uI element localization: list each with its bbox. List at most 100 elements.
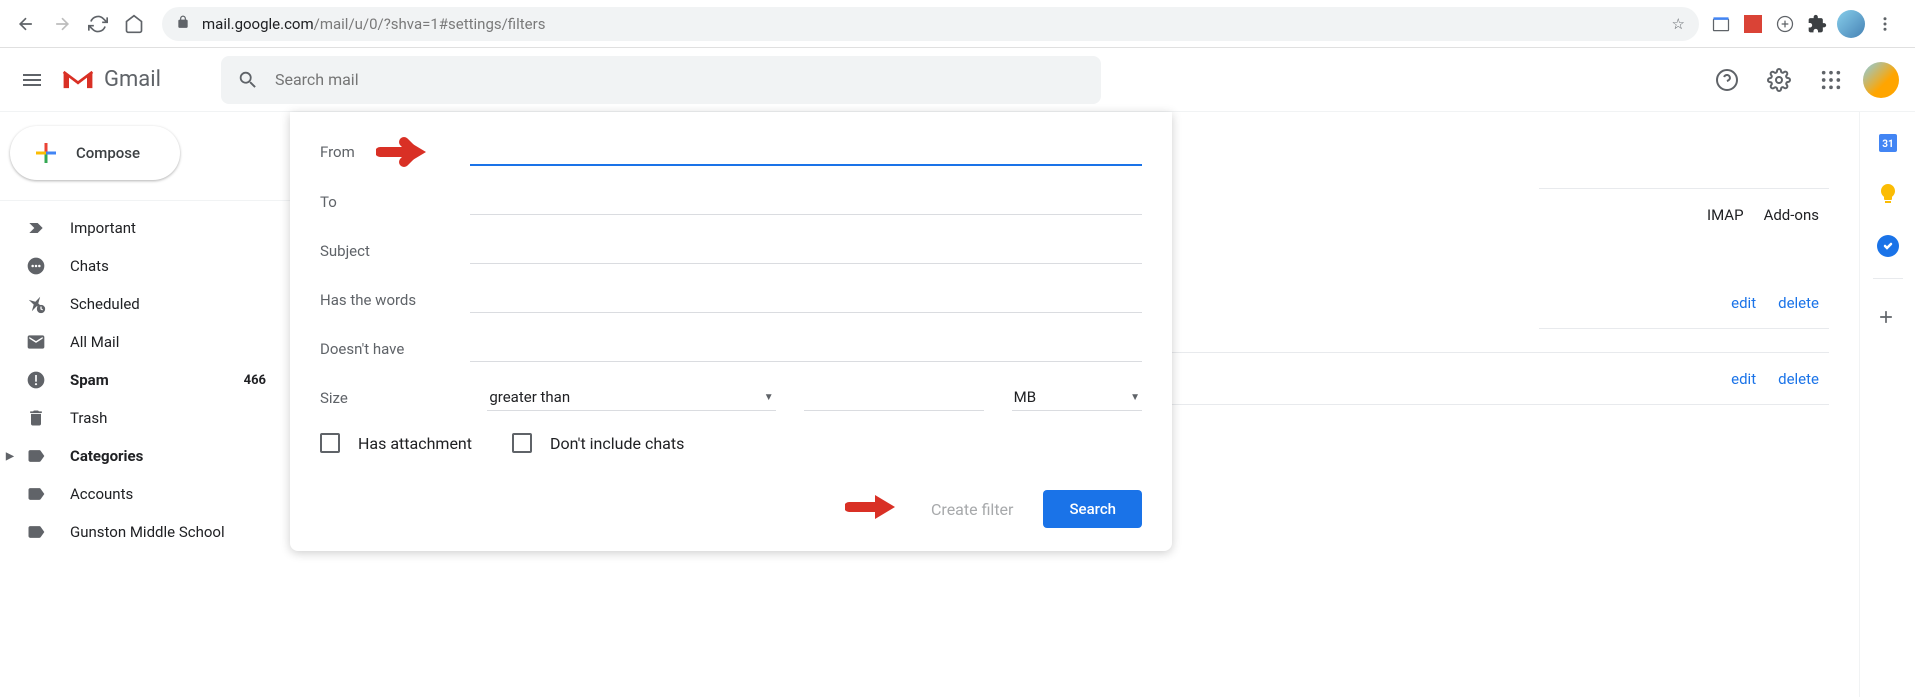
filter-dropdown-panel: From To Subject Has the words Doesn't ha… xyxy=(290,112,1172,551)
sidebar-item-count: 466 xyxy=(244,373,278,388)
browser-avatar[interactable] xyxy=(1837,10,1865,38)
content-area: IMAP Add-ons edit delete edit delete Fro… xyxy=(290,112,1859,697)
filter-delete-link[interactable]: delete xyxy=(1778,370,1819,388)
filter-size-op-select[interactable]: greater than ▼ xyxy=(487,384,775,411)
gmail-logo[interactable]: Gmail xyxy=(60,66,161,94)
filter-from-input[interactable] xyxy=(470,138,1142,166)
checkbox-icon xyxy=(512,433,532,453)
sidebar-item-gunston-middle-school[interactable]: Gunston Middle School xyxy=(0,513,290,551)
allmail-icon xyxy=(26,332,48,352)
sidebar-item-label: All Mail xyxy=(70,333,119,351)
search-input[interactable] xyxy=(275,70,1085,89)
sidebar-item-chats[interactable]: Chats xyxy=(0,247,290,285)
tab-imap[interactable]: IMAP xyxy=(1707,206,1744,224)
spam-icon xyxy=(26,370,48,390)
gmail-header: Gmail xyxy=(0,48,1915,112)
lock-icon xyxy=(176,15,190,33)
sidebar-item-spam[interactable]: Spam 466 xyxy=(0,361,290,399)
filter-to-input[interactable] xyxy=(470,188,1142,215)
label-icon xyxy=(26,522,48,542)
apps-icon[interactable] xyxy=(1811,60,1851,100)
sidebar-item-label: Gunston Middle School xyxy=(70,523,225,541)
gmail-logo-text: Gmail xyxy=(104,67,161,92)
filter-size-label: Size xyxy=(320,389,459,407)
annotation-arrow-icon xyxy=(845,489,901,529)
search-bar[interactable] xyxy=(221,56,1101,104)
search-button[interactable]: Search xyxy=(1043,490,1142,528)
sidebar-item-label: Trash xyxy=(70,409,107,427)
sidebar-item-label: Categories xyxy=(70,447,143,465)
categories-icon xyxy=(26,446,48,466)
sidebar-item-all-mail[interactable]: All Mail xyxy=(0,323,290,361)
filter-subject-label: Subject xyxy=(320,242,470,260)
sidebar-item-scheduled[interactable]: Scheduled xyxy=(0,285,290,323)
svg-text:31: 31 xyxy=(1882,139,1893,150)
sidebar-item-label: Spam xyxy=(70,371,109,389)
sidebar-item-label: Chats xyxy=(70,257,109,275)
browser-toolbar: mail.google.com/mail/u/0/?shva=1#setting… xyxy=(0,0,1915,48)
has-attachment-checkbox[interactable]: Has attachment xyxy=(320,433,472,453)
get-addons-icon[interactable] xyxy=(1876,307,1900,331)
main-menu-button[interactable] xyxy=(8,56,56,104)
url-domain: mail.google.com xyxy=(202,15,314,33)
compose-plus-icon xyxy=(34,141,58,165)
hr-line xyxy=(1539,328,1829,329)
tab-addons[interactable]: Add-ons xyxy=(1764,206,1819,224)
compose-label: Compose xyxy=(76,144,140,162)
filter-edit-link[interactable]: edit xyxy=(1731,294,1756,312)
filter-row-actions: edit delete xyxy=(1731,370,1819,388)
annotation-arrow-icon xyxy=(376,134,432,174)
sidebar-item-categories[interactable]: ▶Categories xyxy=(0,437,290,475)
extension-icon-2[interactable] xyxy=(1741,12,1765,36)
back-button[interactable] xyxy=(8,6,44,42)
settings-tabs-partial: IMAP Add-ons xyxy=(1707,206,1819,224)
filter-doesnthave-input[interactable] xyxy=(470,335,1142,362)
dropdown-arrow-icon: ▼ xyxy=(764,392,774,403)
tasks-icon[interactable] xyxy=(1876,234,1900,258)
dropdown-arrow-icon: ▼ xyxy=(1130,392,1140,403)
sidebar-item-accounts[interactable]: Accounts xyxy=(0,475,290,513)
scheduled-icon xyxy=(26,294,48,314)
chats-icon xyxy=(26,256,48,276)
help-icon[interactable] xyxy=(1707,60,1747,100)
sidebar-item-important[interactable]: Important xyxy=(0,209,290,247)
sidebar-item-trash[interactable]: Trash xyxy=(0,399,290,437)
create-filter-button[interactable]: Create filter xyxy=(931,500,1013,519)
sidebar-item-label: Accounts xyxy=(70,485,133,503)
sidebar-item-label: Scheduled xyxy=(70,295,140,313)
filter-to-label: To xyxy=(320,193,470,211)
extension-icon-3[interactable] xyxy=(1773,12,1797,36)
filter-edit-link[interactable]: edit xyxy=(1731,370,1756,388)
filter-doesnthave-label: Doesn't have xyxy=(320,340,470,358)
settings-icon[interactable] xyxy=(1759,60,1799,100)
home-button[interactable] xyxy=(116,6,152,42)
filter-delete-link[interactable]: delete xyxy=(1778,294,1819,312)
checkbox-icon xyxy=(320,433,340,453)
filter-size-unit-select[interactable]: MB ▼ xyxy=(1012,384,1142,411)
url-path: /mail/u/0/?shva=1#settings/filters xyxy=(314,15,546,33)
account-avatar[interactable] xyxy=(1863,62,1899,98)
label-icon xyxy=(26,484,48,504)
side-panel: 31 xyxy=(1859,112,1915,697)
hr-line xyxy=(1539,188,1829,189)
calendar-icon[interactable]: 31 xyxy=(1876,130,1900,154)
compose-button[interactable]: Compose xyxy=(10,126,180,180)
url-bar[interactable]: mail.google.com/mail/u/0/?shva=1#setting… xyxy=(162,7,1699,41)
dont-include-chats-checkbox[interactable]: Don't include chats xyxy=(512,433,684,453)
keep-icon[interactable] xyxy=(1876,182,1900,206)
important-icon xyxy=(26,218,48,238)
gmail-m-icon xyxy=(60,66,96,94)
browser-menu-icon[interactable] xyxy=(1873,12,1897,36)
sidebar: Compose Important Chats Scheduled All Mail S… xyxy=(0,112,290,697)
extensions-puzzle-icon[interactable] xyxy=(1805,12,1829,36)
search-icon xyxy=(237,69,259,91)
reload-button[interactable] xyxy=(80,6,116,42)
star-icon[interactable]: ☆ xyxy=(1672,15,1685,33)
filter-haswords-input[interactable] xyxy=(470,286,1142,313)
trash-icon xyxy=(26,408,48,428)
forward-button[interactable] xyxy=(44,6,80,42)
filter-size-value-input[interactable] xyxy=(804,384,984,411)
extension-icon-1[interactable] xyxy=(1709,12,1733,36)
filter-row-actions: edit delete xyxy=(1731,294,1819,312)
filter-subject-input[interactable] xyxy=(470,237,1142,264)
